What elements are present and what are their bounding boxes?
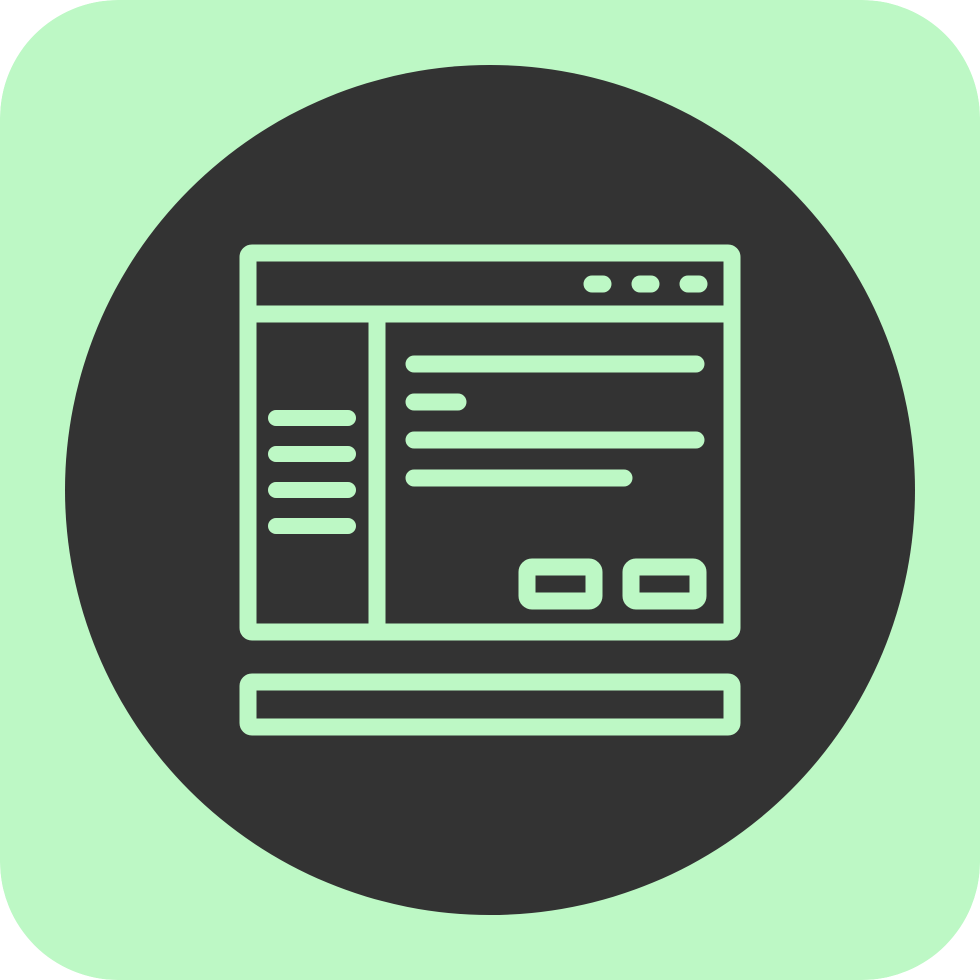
browser-window-icon: [0, 0, 980, 980]
app-icon-tile: [0, 0, 980, 980]
icon-circle: [65, 65, 915, 915]
